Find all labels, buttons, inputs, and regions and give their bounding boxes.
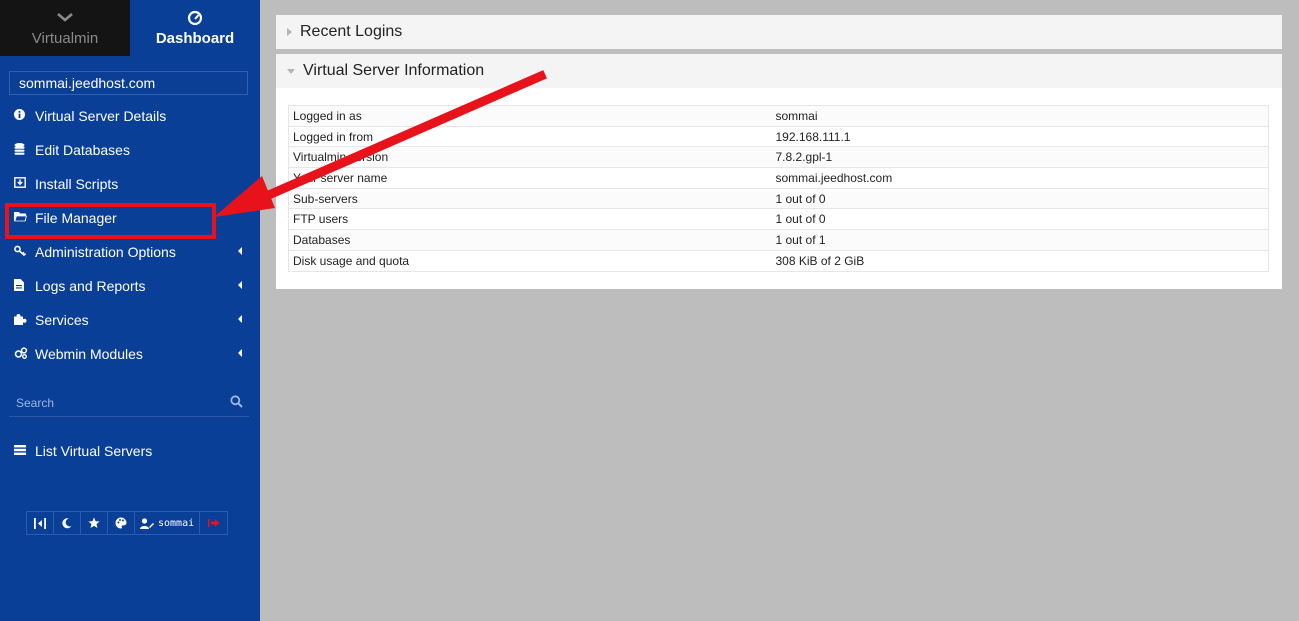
favorites-button[interactable] xyxy=(81,512,108,534)
row-label: Logged in as xyxy=(288,105,772,127)
virtual-server-info-title: Virtual Server Information xyxy=(303,62,485,79)
collapsed-triangle-icon xyxy=(287,28,292,36)
expanded-triangle-icon xyxy=(287,68,295,74)
virtualmin-label: Virtualmin xyxy=(31,29,99,47)
user-account-button[interactable]: sommai xyxy=(135,512,201,534)
sidebar-item-webmin-modules[interactable]: Webmin Modules xyxy=(0,337,260,371)
product-switch: Virtualmin Dashboard xyxy=(0,0,260,56)
row-value: sommai.jeedhost.com xyxy=(771,167,1269,189)
table-row: Databases 1 out of 1 xyxy=(288,229,1269,251)
sidebar: Virtualmin Dashboard sommai.jeedhost.com… xyxy=(0,0,260,621)
sidebar-item-logs-and-reports[interactable]: Logs and Reports xyxy=(0,269,260,303)
recent-logins-header[interactable]: Recent Logins xyxy=(276,15,1282,49)
cogs-icon xyxy=(14,346,35,362)
list-virtual-servers-link[interactable]: List Virtual Servers xyxy=(0,434,152,468)
sidebar-item-label: Logs and Reports xyxy=(35,278,146,294)
expand-caret-icon xyxy=(238,281,242,289)
sidebar-item-administration-options[interactable]: Administration Options xyxy=(0,235,260,269)
recent-logins-panel: Recent Logins xyxy=(276,15,1282,49)
row-value: sommai xyxy=(771,105,1269,127)
row-label: Disk usage and quota xyxy=(288,250,772,272)
palette-icon xyxy=(115,517,127,529)
collapse-icon xyxy=(34,517,46,529)
sidebar-item-edit-databases[interactable]: Edit Databases xyxy=(0,133,260,167)
row-label: Logged in from xyxy=(288,126,772,148)
list-virtual-servers-label: List Virtual Servers xyxy=(35,443,153,459)
table-row: Disk usage and quota 308 KiB of 2 GiB xyxy=(288,250,1269,272)
table-row: FTP users 1 out of 0 xyxy=(288,208,1269,231)
virtualmin-tab[interactable]: Virtualmin xyxy=(0,0,130,56)
table-row: Logged in from 192.168.111.1 xyxy=(288,126,1269,148)
recent-logins-title: Recent Logins xyxy=(300,23,403,40)
sidebar-item-services[interactable]: Services xyxy=(0,303,260,337)
search-input[interactable]: Search xyxy=(9,389,249,417)
row-value: 192.168.111.1 xyxy=(771,126,1269,148)
puzzle-icon xyxy=(14,313,35,328)
sidebar-item-label: Edit Databases xyxy=(35,142,130,158)
chevron-down-icon xyxy=(56,10,74,26)
theme-button[interactable] xyxy=(108,512,135,534)
row-value: 1 out of 0 xyxy=(771,208,1269,231)
row-value: 1 out of 1 xyxy=(771,229,1269,251)
table-row: Your server name sommai.jeedhost.com xyxy=(288,167,1269,189)
info-circle-icon xyxy=(14,109,35,123)
expand-caret-icon xyxy=(238,247,242,255)
table-row: Logged in as sommai xyxy=(288,105,1269,127)
download-box-icon xyxy=(14,177,35,191)
dashboard-gauge-icon xyxy=(187,10,203,26)
row-value: 7.8.2.gpl-1 xyxy=(771,146,1269,169)
file-manager-highlight xyxy=(5,203,216,239)
row-label: FTP users xyxy=(288,208,772,231)
sidebar-item-label: Administration Options xyxy=(35,244,176,260)
dashboard-tab[interactable]: Dashboard xyxy=(130,0,260,56)
sidebar-item-label: Services xyxy=(35,312,89,328)
domain-value: sommai.jeedhost.com xyxy=(19,75,156,91)
logout-button[interactable] xyxy=(200,512,227,534)
database-icon xyxy=(14,142,35,158)
file-text-icon xyxy=(14,278,35,294)
domain-selector[interactable]: sommai.jeedhost.com xyxy=(9,71,248,95)
row-label: Databases xyxy=(288,229,772,251)
virtual-server-info-panel: Virtual Server Information Logged in as … xyxy=(276,54,1282,289)
star-icon xyxy=(88,517,100,528)
moon-icon xyxy=(62,517,72,528)
expand-caret-icon xyxy=(238,315,242,323)
row-label: Virtualmin version xyxy=(288,146,772,169)
row-value: 1 out of 0 xyxy=(771,188,1269,210)
virtual-server-info-table: Logged in as sommai Logged in from 192.1… xyxy=(288,105,1269,272)
table-row: Sub-servers 1 out of 0 xyxy=(288,188,1269,210)
table-row: Virtualmin version 7.8.2.gpl-1 xyxy=(288,146,1269,169)
key-icon xyxy=(14,245,35,259)
row-value: 308 KiB of 2 GiB xyxy=(771,250,1269,272)
row-label: Sub-servers xyxy=(288,188,772,210)
night-mode-button[interactable] xyxy=(54,512,81,534)
sidebar-item-label: Virtual Server Details xyxy=(35,108,167,124)
sidebar-toolbar: sommai xyxy=(26,511,229,535)
sidebar-item-label: Webmin Modules xyxy=(35,346,143,362)
server-list-icon xyxy=(14,444,35,458)
row-label: Your server name xyxy=(288,167,772,189)
search-icon[interactable] xyxy=(230,394,243,411)
sidebar-item-install-scripts[interactable]: Install Scripts xyxy=(0,167,260,201)
expand-caret-icon xyxy=(238,349,242,357)
dashboard-label: Dashboard xyxy=(155,29,235,47)
virtual-server-info-header[interactable]: Virtual Server Information xyxy=(276,54,1282,88)
sidebar-item-virtual-server-details[interactable]: Virtual Server Details xyxy=(0,99,260,133)
search-placeholder: Search xyxy=(16,395,55,410)
user-edit-icon xyxy=(140,517,154,529)
username-label: sommai xyxy=(158,517,195,529)
collapse-sidebar-button[interactable] xyxy=(27,512,54,534)
logout-icon xyxy=(207,519,220,527)
sidebar-item-label: Install Scripts xyxy=(35,176,119,192)
